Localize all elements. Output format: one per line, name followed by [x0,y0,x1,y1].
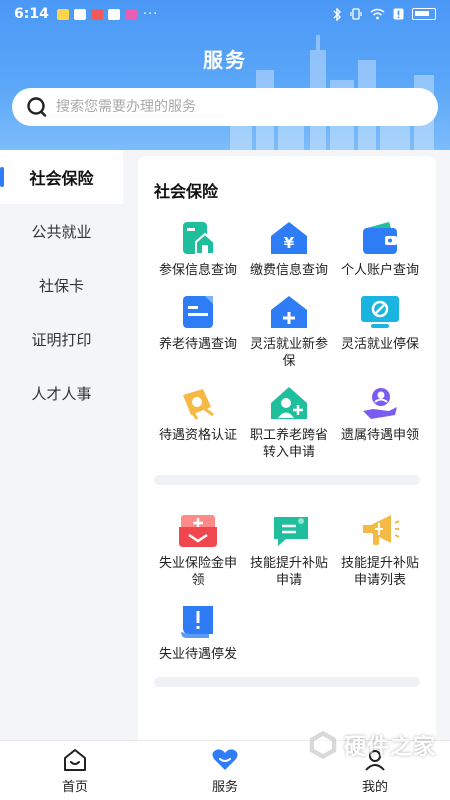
service-tile-label: 职工养老跨省转入申请 [249,428,328,460]
battery-icon [412,8,436,20]
insurance-info-icon [177,220,219,256]
service-tile[interactable]: 参保信息查询 [154,220,242,279]
sidebar-item[interactable]: 社保卡 [0,258,123,312]
stop-monitor-icon [359,294,401,330]
home-icon [64,748,86,771]
verification-icon [177,385,219,421]
sidebar-item-label: 社会保险 [29,169,94,188]
heart-icon [212,748,238,770]
sidebar-item-label: 证明打印 [31,330,92,349]
service-tile-label: 失业保险金申领 [158,556,237,588]
service-tile-label: 养老待遇查询 [158,337,237,352]
service-tile[interactable]: 待遇资格认证 [154,385,242,461]
more-notifications: ··· [142,6,159,22]
system-status-icons [333,7,436,21]
notification-app-icon [90,8,103,20]
service-tile-label: 个人账户查询 [340,263,419,278]
section-divider [154,475,420,485]
wifi-icon [370,8,385,20]
nav-home-label: 首页 [61,779,88,795]
search-input[interactable] [56,99,396,115]
header: 6:14 ··· 服务 [0,0,450,150]
wallet-icon [359,220,401,256]
nav-mine-label: 我的 [361,779,388,795]
service-tile-label: 技能提升补贴申请 [249,556,328,588]
service-tile-label: 遗属待遇申领 [340,428,419,443]
vibrate-icon [350,8,362,20]
sidebar-item[interactable]: 人才人事 [0,366,123,420]
service-panel: 社会保险 参保信息查询 ¥ 缴费信息查询 个人账户查询养老待遇查询 灵活就业新参保 灵活就… [138,156,436,746]
sidebar-item-label: 公共就业 [31,222,92,241]
service-tile[interactable]: 灵活就业停保 [336,294,424,370]
sidebar-item-label: 人才人事 [31,384,92,403]
notification-app-icon [73,8,86,20]
service-tile-label: 参保信息查询 [158,263,237,278]
house-plus-icon [268,294,310,330]
service-tile-label: 技能提升补贴申请列表 [340,556,419,588]
service-tile[interactable]: 技能提升补贴申请 [245,513,333,589]
service-tile-label: 失业待遇停发 [158,647,237,662]
watermark-cube-icon [308,729,338,761]
service-grid-unemployment: 失业保险金申领 技能提升补贴申请 技能提升补贴申请列表失业待遇停发 [138,485,436,663]
service-tile[interactable]: 技能提升补贴申请列表 [336,513,424,589]
nav-service[interactable]: 服务 [150,741,300,800]
unemployment-benefit-icon [177,513,219,549]
notification-app-icon [107,8,120,20]
service-tile[interactable]: 遗属待遇申领 [336,385,424,461]
service-tile-label: 缴费信息查询 [249,263,328,278]
service-tile-label: 灵活就业停保 [340,337,419,352]
alert-icon [393,8,404,20]
service-tile[interactable]: 职工养老跨省转入申请 [245,385,333,461]
sidebar-item[interactable]: 证明打印 [0,312,123,366]
sidebar-item[interactable]: 社会保险 [0,150,123,204]
notification-app-icon [124,8,137,20]
service-grid-social-insurance: 参保信息查询 ¥ 缴费信息查询 个人账户查询养老待遇查询 灵活就业新参保 灵活就业停保待遇… [138,202,436,461]
watermark-logo: 硬件之家 [306,728,436,762]
megaphone-icon [359,513,401,549]
sidebar-item-label: 社保卡 [38,276,84,295]
pension-document-icon [177,294,219,330]
service-tile[interactable]: ¥ 缴费信息查询 [245,220,333,279]
alert-flag-icon [177,604,219,640]
search-icon [27,97,47,117]
nav-service-label: 服务 [211,779,238,795]
chat-bubble-icon [268,513,310,549]
service-tile[interactable]: 失业待遇停发 [154,604,242,663]
status-time: 6:14 [14,6,49,22]
transfer-people-icon [268,385,310,421]
category-sidebar: 社会保险公共就业社保卡证明打印人才人事 [0,150,123,740]
page-title: 服务 [203,48,247,72]
service-tile[interactable]: 养老待遇查询 [154,294,242,370]
svg-text:¥: ¥ [284,234,295,252]
section-title: 社会保险 [154,182,219,201]
service-tile-label: 待遇资格认证 [158,428,237,443]
bluetooth-icon [333,7,341,21]
watermark-text: 硬件之家 [343,735,436,760]
nav-home[interactable]: 首页 [0,741,150,800]
service-tile[interactable]: 灵活就业新参保 [245,294,333,370]
service-tile[interactable]: 个人账户查询 [336,220,424,279]
sidebar-item[interactable]: 公共就业 [0,204,123,258]
payment-info-icon: ¥ [268,220,310,256]
notification-app-icon [56,8,69,20]
survivor-icon [359,385,401,421]
section-divider [154,677,420,687]
search-bar[interactable] [12,88,438,126]
status-bar: 6:14 ··· [0,0,450,28]
service-tile-label: 灵活就业新参保 [249,337,328,369]
notification-icons [56,8,137,20]
service-tile[interactable]: 失业保险金申领 [154,513,242,589]
